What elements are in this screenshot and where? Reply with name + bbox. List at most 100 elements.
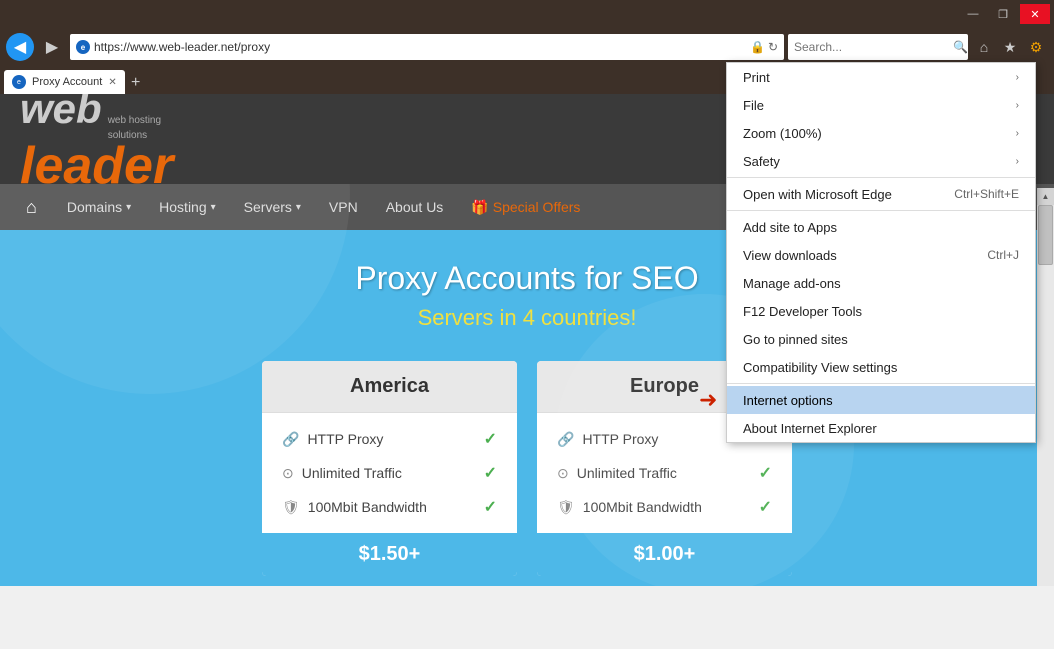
feature-left-1: 🔗 HTTP Proxy [282, 431, 383, 448]
feature-label-traffic-1: Unlimited Traffic [302, 465, 402, 481]
menu-add-site-label: Add site to Apps [743, 220, 837, 235]
address-icons: 🔒 ↻ [750, 40, 778, 54]
scrollbar[interactable]: ▲ ▼ [1037, 188, 1054, 586]
card-america-header: America [262, 361, 517, 413]
menu-item-downloads[interactable]: View downloads Ctrl+J [727, 241, 1035, 269]
nav-hosting-arrow: ▾ [211, 202, 216, 213]
menu-pinned-label: Go to pinned sites [743, 332, 848, 347]
active-tab[interactable]: e Proxy Account ✕ [4, 70, 125, 94]
new-tab-button[interactable]: + [125, 72, 147, 94]
nav-item-special[interactable]: 🎁 Special Offers [457, 184, 594, 230]
toolbar-icons: ⌂ ★ ⚙ [972, 35, 1048, 59]
gift-icon: 🎁 [471, 199, 488, 216]
menu-item-inet-options[interactable]: Internet options ➜ [727, 386, 1035, 414]
proxy-icon-2: 🔗 [557, 431, 574, 448]
traffic-icon-1: ⊙ [282, 465, 294, 482]
logo-web-text: web [20, 94, 102, 130]
scroll-up-button[interactable]: ▲ [1037, 188, 1054, 205]
window-controls: — ❐ ✕ [958, 4, 1050, 24]
search-glass-icon[interactable]: 🔍 [953, 40, 968, 54]
title-bar: — ❐ ✕ [0, 0, 1054, 28]
menu-compat-label: Compatibility View settings [743, 360, 897, 375]
menu-print-arrow: › [1016, 72, 1019, 83]
feature-row-traffic-1: ⊙ Unlimited Traffic ✓ [282, 463, 497, 483]
nav-vpn-label: VPN [329, 199, 358, 215]
scroll-thumb[interactable] [1038, 205, 1053, 265]
home-toolbar-icon[interactable]: ⌂ [972, 35, 996, 59]
menu-item-print[interactable]: Print › [727, 63, 1035, 91]
close-button[interactable]: ✕ [1020, 4, 1050, 24]
menu-item-addons[interactable]: Manage add-ons [727, 269, 1035, 297]
menu-item-safety[interactable]: Safety › [727, 147, 1035, 175]
menu-item-devtools[interactable]: F12 Developer Tools [727, 297, 1035, 325]
nav-item-about[interactable]: About Us [372, 184, 458, 230]
restore-button[interactable]: ❐ [988, 4, 1018, 24]
menu-item-about-ie[interactable]: About Internet Explorer [727, 414, 1035, 442]
scroll-track[interactable] [1037, 205, 1054, 586]
menu-downloads-label: View downloads [743, 248, 837, 263]
menu-item-add-site[interactable]: Add site to Apps [727, 213, 1035, 241]
tab-close-button[interactable]: ✕ [108, 77, 116, 88]
address-bar[interactable]: e https://www.web-leader.net/proxy 🔒 ↻ [70, 34, 784, 60]
menu-item-edge[interactable]: Open with Microsoft Edge Ctrl+Shift+E [727, 180, 1035, 208]
feature-left-bandwidth-1: 🛡 100Mbit Bandwidth [282, 499, 427, 516]
nav-hosting-label: Hosting [159, 199, 206, 215]
card-europe-price[interactable]: $1.00+ [537, 533, 792, 576]
tab-title: Proxy Account [32, 76, 102, 88]
feature-row-http-proxy-1: 🔗 HTTP Proxy ✓ [282, 429, 497, 449]
price-europe: $1.00+ [634, 543, 696, 565]
feature-label-http-proxy-2: HTTP Proxy [582, 431, 658, 447]
feature-left-bandwidth-2: 🛡 100Mbit Bandwidth [557, 499, 702, 516]
bandwidth-icon-1: 🛡 [282, 499, 300, 516]
nav-special-label: Special Offers [493, 199, 581, 215]
menu-sep-1 [727, 177, 1035, 178]
menu-safety-label: Safety [743, 154, 780, 169]
menu-about-ie-label: About Internet Explorer [743, 421, 877, 436]
logo-area: web web hostingsolutions leader [20, 94, 173, 190]
feature-label-bandwidth-2: 100Mbit Bandwidth [583, 499, 702, 515]
menu-item-compat[interactable]: Compatibility View settings [727, 353, 1035, 381]
feature-left-traffic-1: ⊙ Unlimited Traffic [282, 465, 402, 482]
nav-domains-arrow: ▾ [126, 202, 131, 213]
minimize-button[interactable]: — [958, 4, 988, 24]
check-bandwidth-1: ✓ [484, 497, 497, 517]
feature-label-bandwidth-1: 100Mbit Bandwidth [308, 499, 427, 515]
feature-left-2: 🔗 HTTP Proxy [557, 431, 658, 448]
ie-favicon: e [76, 40, 90, 54]
menu-item-zoom[interactable]: Zoom (100%) › [727, 119, 1035, 147]
menu-zoom-arrow: › [1016, 128, 1019, 139]
refresh-icon[interactable]: ↻ [768, 40, 778, 54]
menu-addons-label: Manage add-ons [743, 276, 841, 291]
menu-item-file[interactable]: File › [727, 91, 1035, 119]
menu-edge-shortcut: Ctrl+Shift+E [954, 187, 1019, 201]
nav-item-vpn[interactable]: VPN [315, 184, 372, 230]
nav-servers-arrow: ▾ [296, 202, 301, 213]
url-text: https://www.web-leader.net/proxy [94, 40, 746, 54]
card-america: America 🔗 HTTP Proxy ✓ ⊙ Unlimited Traff… [262, 361, 517, 576]
search-box[interactable]: 🔍 [788, 34, 968, 60]
search-icons: 🔍 [953, 40, 968, 54]
nav-item-servers[interactable]: Servers ▾ [230, 184, 315, 230]
feature-left-traffic-2: ⊙ Unlimited Traffic [557, 465, 677, 482]
nav-bar: ◀ ▶ e https://www.web-leader.net/proxy 🔒… [0, 28, 1054, 66]
feature-row-traffic-2: ⊙ Unlimited Traffic ✓ [557, 463, 772, 483]
bandwidth-icon-2: 🛡 [557, 499, 575, 516]
settings-gear-icon[interactable]: ⚙ [1024, 35, 1048, 59]
check-traffic-2: ✓ [759, 463, 772, 483]
card-america-features: 🔗 HTTP Proxy ✓ ⊙ Unlimited Traffic ✓ 🛡 [262, 413, 517, 533]
proxy-icon-1: 🔗 [282, 431, 299, 448]
search-input[interactable] [794, 40, 949, 54]
feature-row-bandwidth-2: 🛡 100Mbit Bandwidth ✓ [557, 497, 772, 517]
back-button[interactable]: ◀ [6, 33, 34, 61]
nav-home-button[interactable]: ⌂ [10, 197, 53, 218]
menu-sep-2 [727, 210, 1035, 211]
menu-downloads-shortcut: Ctrl+J [987, 248, 1019, 262]
check-bandwidth-2: ✓ [759, 497, 772, 517]
forward-button[interactable]: ▶ [38, 33, 66, 61]
favorites-icon[interactable]: ★ [998, 35, 1022, 59]
menu-item-wrapper-inet: Internet options ➜ [727, 386, 1035, 414]
traffic-icon-2: ⊙ [557, 465, 569, 482]
feature-row-bandwidth-1: 🛡 100Mbit Bandwidth ✓ [282, 497, 497, 517]
card-america-price[interactable]: $1.50+ [262, 533, 517, 576]
menu-item-pinned[interactable]: Go to pinned sites [727, 325, 1035, 353]
